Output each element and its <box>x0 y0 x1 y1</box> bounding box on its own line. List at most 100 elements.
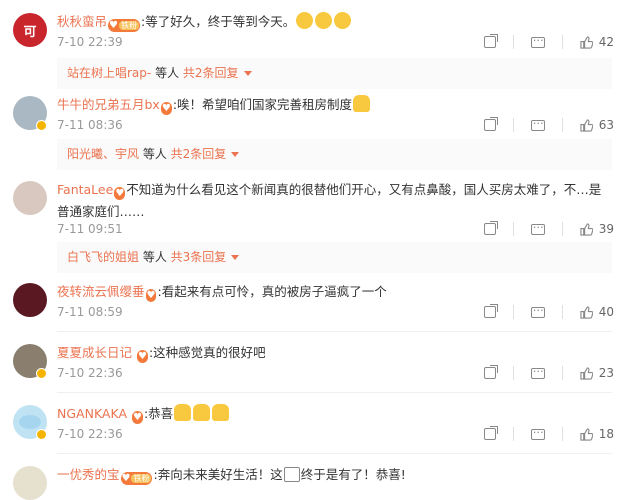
comment-text: :唉！希望咱们国家完善租房制度 <box>172 97 353 112</box>
comment-actions: 23 <box>483 362 614 380</box>
reply-icon <box>530 31 545 48</box>
more-replies-link[interactable]: 共2条回复 <box>183 66 239 80</box>
like-count: 42 <box>598 35 614 49</box>
comment-actions: 18 <box>483 423 614 441</box>
share-icon <box>483 365 498 379</box>
emoji-icon <box>353 95 371 112</box>
comment-body: 牛牛的兄弟五月bx ♥:唉！希望咱们国家完善租房制度 <box>57 94 612 116</box>
like-count: 40 <box>598 305 614 319</box>
fan-badge: ♥ 铁粉 <box>108 19 140 32</box>
avatar[interactable] <box>13 283 47 317</box>
comment-text: :恭喜 <box>143 406 174 421</box>
comment-body: 夏夏成长日记 ♥:这种感觉真的很好吧 <box>57 342 612 364</box>
heart-icon: ♥ <box>109 20 118 31</box>
reply-button[interactable] <box>530 362 545 379</box>
reply-icon <box>530 218 545 235</box>
chevron-down-icon <box>231 152 240 157</box>
like-count: 63 <box>598 118 614 132</box>
replies-summary[interactable]: 阳光曦、宇风 等人 共2条回复 <box>57 139 612 170</box>
share-button[interactable] <box>483 34 498 48</box>
avatar[interactable] <box>13 181 47 215</box>
comment-actions: 39 <box>483 218 614 236</box>
like-button[interactable]: 39 <box>580 222 614 236</box>
reply-users[interactable]: 站在树上唱rap- <box>67 66 151 80</box>
share-button[interactable] <box>483 221 498 235</box>
emoji-icon <box>334 12 352 29</box>
like-count: 39 <box>598 222 614 236</box>
fan-badge: ♥ <box>145 289 157 302</box>
like-icon <box>580 222 593 236</box>
reply-icon <box>530 423 545 440</box>
emoji-icon <box>212 404 230 421</box>
verified-icon <box>36 120 47 131</box>
like-count: 18 <box>598 427 614 441</box>
username-link[interactable]: 牛牛的兄弟五月bx <box>57 97 160 112</box>
share-button[interactable] <box>483 426 498 440</box>
like-icon <box>580 305 593 319</box>
share-button[interactable] <box>483 117 498 131</box>
emoji-icon <box>193 404 211 421</box>
username-link[interactable]: 一优秀的宝 <box>57 467 120 482</box>
username-link[interactable]: NGANKAKA <box>57 406 127 421</box>
chevron-down-icon <box>243 71 252 76</box>
replies-summary[interactable]: 白飞飞的姐姐 等人 共3条回复 <box>57 242 612 273</box>
username-link[interactable]: 秋秋蛮吊 <box>57 14 107 29</box>
comment-list: 可 秋秋蛮吊♥铁粉:等了好久，终于等到今天。 7-10 22:39 42 站在树… <box>0 0 626 500</box>
like-button[interactable]: 23 <box>580 366 614 380</box>
reply-users[interactable]: 白飞飞的姐姐 <box>67 250 139 264</box>
reply-button[interactable] <box>530 423 545 440</box>
comment-body: 一优秀的宝 ♥ 铁粉:奔向未来美好生活！这 终于是有了！恭喜! <box>57 464 612 486</box>
comment-time: 7-10 22:39 <box>57 35 123 49</box>
reply-button[interactable] <box>530 218 545 235</box>
username-link[interactable]: FantaLee <box>57 182 113 197</box>
reply-icon <box>530 301 545 318</box>
share-icon <box>483 221 498 235</box>
avatar[interactable] <box>13 466 47 500</box>
share-button[interactable] <box>483 304 498 318</box>
emoji-icon <box>315 12 333 29</box>
comment-time: 7-10 22:36 <box>57 366 123 380</box>
more-replies-link[interactable]: 共2条回复 <box>171 147 227 161</box>
more-replies-link[interactable]: 共3条回复 <box>171 250 227 264</box>
like-icon <box>580 427 593 441</box>
comment-body: 夜转流云佩缨垂 ♥:看起来有点可怜，真的被房子逼疯了一个 <box>57 281 612 303</box>
fan-badge: ♥ <box>131 411 143 424</box>
like-button[interactable]: 63 <box>580 118 614 132</box>
comment-actions: 63 <box>483 114 614 132</box>
heart-icon: ♥ <box>132 412 142 423</box>
verified-icon <box>36 429 47 440</box>
comment-text: :奔向未来美好生活！这 <box>153 467 283 482</box>
comment-body: 秋秋蛮吊 ♥ 铁粉:等了好久，终于等到今天。 <box>57 11 612 33</box>
verified-icon <box>36 368 47 379</box>
reply-users[interactable]: 阳光曦、宇风 <box>67 147 139 161</box>
heart-icon: ♥ <box>146 290 156 301</box>
comment-time: 7-11 08:36 <box>57 118 123 132</box>
replies-summary[interactable]: 站在树上唱rap- 等人 共2条回复 <box>57 58 612 89</box>
emoji-icon <box>174 404 192 421</box>
like-button[interactable]: 40 <box>580 305 614 319</box>
reply-button[interactable] <box>530 114 545 131</box>
comment-text: :看起来有点可怜，真的被房子逼疯了一个 <box>157 284 387 299</box>
reply-button[interactable] <box>530 31 545 48</box>
comment-body: NGANKAKA ♥:恭喜 <box>57 403 612 425</box>
comment-text: :这种感觉真的很好吧 <box>148 345 266 360</box>
comment-time: 7-10 22:36 <box>57 427 123 441</box>
share-icon <box>483 304 498 318</box>
comment-time: 7-11 08:59 <box>57 305 123 319</box>
comment-body: FantaLee ♥ 不知道为什么看见这个新闻真的很替他们开心，又有点鼻酸，国人买房… <box>57 179 612 223</box>
heart-icon: ♥ <box>161 103 171 114</box>
like-button[interactable]: 42 <box>580 35 614 49</box>
comment-time: 7-11 09:51 <box>57 222 123 236</box>
like-icon <box>580 366 593 380</box>
like-button[interactable]: 18 <box>580 427 614 441</box>
share-button[interactable] <box>483 365 498 379</box>
heart-icon: ♥ <box>115 188 125 199</box>
like-icon <box>580 35 593 49</box>
username-link[interactable]: 夜转流云佩缨垂 <box>57 284 145 299</box>
comment-text: :等了好久，终于等到今天。 <box>140 14 296 29</box>
fan-badge: ♥ <box>160 102 172 115</box>
share-icon <box>483 426 498 440</box>
username-link[interactable]: 夏夏成长日记 <box>57 345 132 360</box>
reply-button[interactable] <box>530 301 545 318</box>
avatar[interactable]: 可 <box>13 13 47 47</box>
